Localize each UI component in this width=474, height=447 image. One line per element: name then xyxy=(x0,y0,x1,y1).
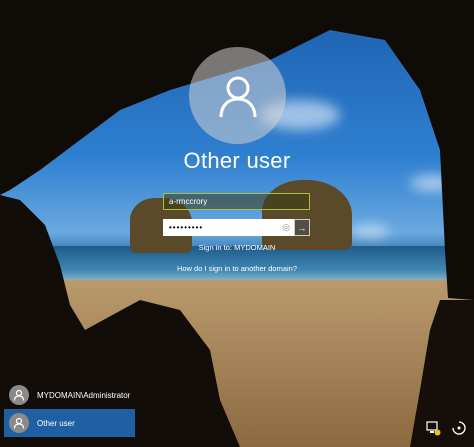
eye-icon[interactable]: ◎ xyxy=(280,222,292,233)
user-list-label: Other user xyxy=(37,418,75,428)
user-avatar xyxy=(189,47,286,144)
user-list-item-other-user[interactable]: Other user xyxy=(4,409,135,437)
submit-arrow-button[interactable]: → xyxy=(294,219,310,236)
arrow-right-icon: → xyxy=(297,222,307,233)
person-icon xyxy=(9,385,29,405)
ease-of-access-icon[interactable] xyxy=(450,419,468,437)
password-input[interactable]: ••••••••• xyxy=(163,219,294,236)
sign-in-help-link[interactable]: How do I sign in to another domain? xyxy=(0,264,474,273)
username-input[interactable]: a-rmccrory xyxy=(163,193,310,210)
sign-in-domain-label: Sign in to: MYDOMAIN xyxy=(198,243,276,252)
person-icon xyxy=(219,76,256,117)
login-username-title: Other user xyxy=(183,148,291,173)
username-input-value: a-rmccrory xyxy=(169,197,208,206)
network-icon[interactable] xyxy=(424,419,442,437)
user-list-item-administrator[interactable]: MYDOMAIN\Administrator xyxy=(4,381,135,409)
person-icon xyxy=(9,413,29,433)
password-input-value: ••••••••• xyxy=(169,223,204,232)
user-list-label: MYDOMAIN\Administrator xyxy=(37,390,131,400)
